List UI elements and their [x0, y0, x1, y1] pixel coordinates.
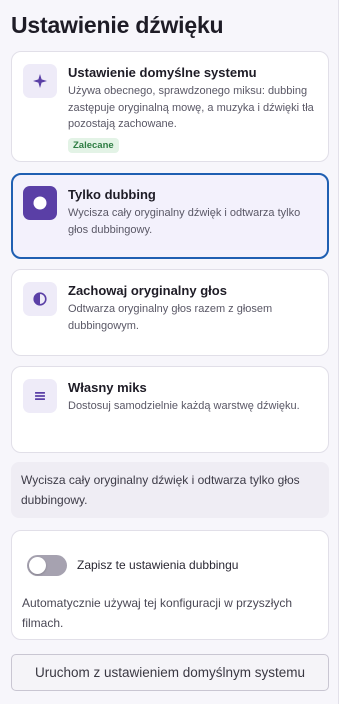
option-description: Używa obecnego, sprawdzonego miksu: dubb… — [68, 85, 314, 130]
save-settings-toggle[interactable] — [27, 555, 67, 576]
option-description: Odtwarza oryginalny głos razem z głosem … — [68, 303, 273, 332]
option-title: Zachowaj oryginalny głos — [68, 283, 227, 298]
save-settings-card: Zapisz te ustawienia dubbingu Automatycz… — [11, 530, 329, 640]
menu-lines-icon — [23, 379, 57, 413]
option-custom-mix[interactable]: Własny miks Dostosuj samodzielnie każdą … — [11, 366, 329, 453]
option-dubbing-only[interactable]: Tylko dubbing Wycisza cały oryginalny dź… — [11, 173, 329, 259]
option-title: Tylko dubbing — [68, 187, 156, 202]
option-title: Własny miks — [68, 380, 147, 395]
option-description: Wycisza cały oryginalny dźwięk i odtwarz… — [68, 207, 301, 236]
record-icon — [23, 186, 57, 220]
sparkle-icon — [23, 64, 57, 98]
recommended-badge: Zalecane — [68, 138, 119, 153]
option-keep-original-voice[interactable]: Zachowaj oryginalny głos Odtwarza orygin… — [11, 269, 329, 356]
sound-settings-panel: Ustawienie dźwięku Ustawienie domyślne s… — [0, 0, 339, 704]
option-description: Dostosuj samodzielnie każdą warstwę dźwi… — [68, 400, 300, 412]
save-settings-description: Automatycznie używaj tej konfiguracji w … — [22, 596, 293, 630]
option-system-default[interactable]: Ustawienie domyślne systemu Używa obecne… — [11, 51, 329, 162]
toggle-knob — [29, 557, 46, 574]
selected-option-info: Wycisza cały oryginalny dźwięk i odtwarz… — [11, 462, 329, 518]
save-settings-label[interactable]: Zapisz te ustawienia dubbingu — [77, 558, 238, 572]
page-title: Ustawienie dźwięku — [11, 12, 224, 38]
option-title: Ustawienie domyślne systemu — [68, 65, 257, 80]
run-with-system-default-button[interactable]: Uruchom z ustawieniem domyślnym systemu — [11, 654, 329, 691]
half-circle-icon — [23, 282, 57, 316]
